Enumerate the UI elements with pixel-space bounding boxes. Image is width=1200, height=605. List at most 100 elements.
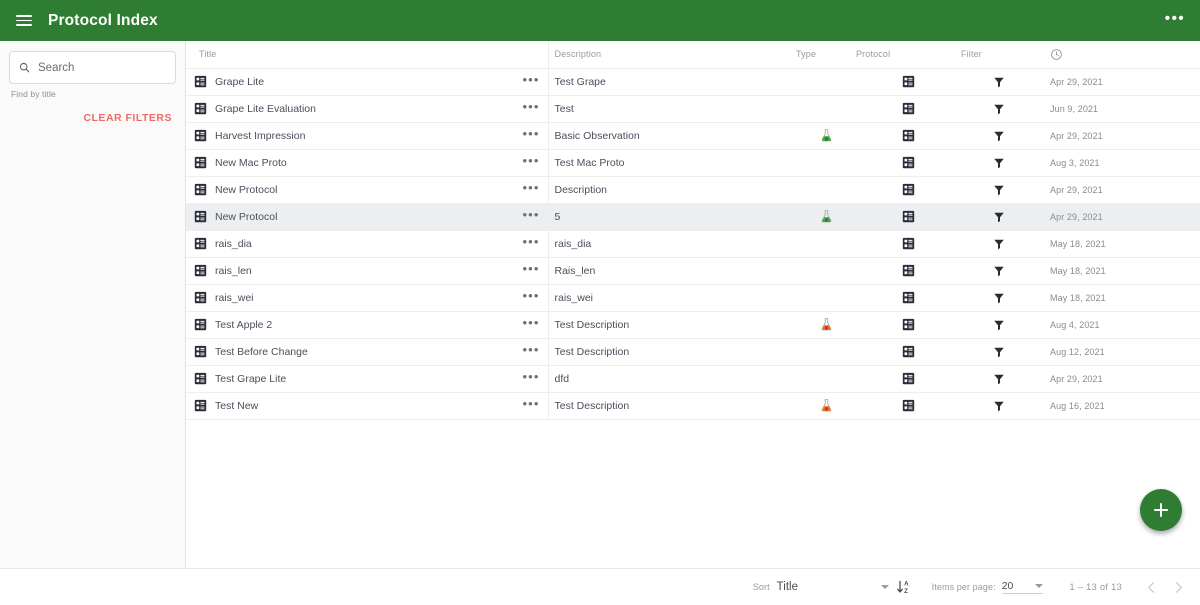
- row-menu-button[interactable]: •••: [523, 100, 540, 114]
- protocol-grid-icon: [902, 291, 915, 304]
- more-vert-icon[interactable]: •••: [1162, 8, 1188, 34]
- table-empty-space: [186, 419, 1200, 568]
- chevron-right-icon[interactable]: [1171, 580, 1186, 595]
- sort-az-descending-icon[interactable]: A Z: [896, 579, 912, 595]
- row-menu-button[interactable]: •••: [523, 370, 540, 384]
- row-date-text: Aug 4, 2021: [1050, 319, 1100, 330]
- cell-filter[interactable]: [961, 95, 1036, 123]
- items-per-page-select[interactable]: 20: [1001, 580, 1044, 594]
- row-date-text: Aug 16, 2021: [1050, 400, 1105, 411]
- row-menu-button[interactable]: •••: [523, 316, 540, 330]
- column-header-description[interactable]: Description: [548, 41, 796, 69]
- funnel-icon: [993, 347, 1004, 357]
- table-row[interactable]: Grape Lite ••• Test Grape Apr 29, 2021: [186, 68, 1200, 96]
- cell-filter[interactable]: [961, 284, 1036, 312]
- cell-filter[interactable]: [961, 68, 1036, 96]
- cell-type: [796, 149, 856, 177]
- cell-description: Test Description: [548, 311, 796, 339]
- title-cell-content: Harvest Impression •••: [194, 127, 548, 142]
- column-header-filter[interactable]: Filter: [961, 41, 1036, 69]
- cell-title[interactable]: rais_len •••: [186, 257, 549, 285]
- svg-text:Z: Z: [904, 588, 908, 595]
- row-menu-button[interactable]: •••: [523, 208, 540, 222]
- row-menu-button[interactable]: •••: [523, 343, 540, 357]
- row-menu-button[interactable]: •••: [523, 397, 540, 411]
- menu-button[interactable]: [10, 7, 38, 35]
- cell-title[interactable]: Grape Lite •••: [186, 68, 549, 96]
- search-field[interactable]: [9, 51, 176, 84]
- cell-protocol[interactable]: [856, 230, 961, 258]
- table-row[interactable]: Grape Lite Evaluation ••• Test Jun 9, 2021: [186, 95, 1200, 123]
- cell-protocol[interactable]: [856, 176, 961, 204]
- cell-protocol[interactable]: [856, 365, 961, 393]
- cell-filter[interactable]: [961, 392, 1036, 420]
- cell-filter[interactable]: [961, 122, 1036, 150]
- cell-title[interactable]: rais_dia •••: [186, 230, 549, 258]
- cell-protocol[interactable]: [856, 95, 961, 123]
- sort-field-select[interactable]: Title: [777, 581, 889, 593]
- cell-title[interactable]: New Mac Proto •••: [186, 149, 549, 177]
- cell-filter[interactable]: [961, 338, 1036, 366]
- cell-protocol[interactable]: [856, 203, 961, 231]
- cell-protocol[interactable]: [856, 311, 961, 339]
- table-row[interactable]: Harvest Impression ••• Basic Observation Ap…: [186, 122, 1200, 150]
- cell-protocol[interactable]: [856, 122, 961, 150]
- cell-filter[interactable]: [961, 176, 1036, 204]
- cell-title[interactable]: New Protocol •••: [186, 176, 549, 204]
- protocol-grid-icon: [902, 156, 915, 169]
- cell-protocol[interactable]: [856, 68, 961, 96]
- cell-protocol[interactable]: [856, 338, 961, 366]
- row-menu-button[interactable]: •••: [523, 181, 540, 195]
- row-menu-button[interactable]: •••: [523, 289, 540, 303]
- cell-filter[interactable]: [961, 203, 1036, 231]
- cell-title[interactable]: Test Before Change •••: [186, 338, 549, 366]
- table-row[interactable]: rais_dia ••• rais_dia May 18, 2021: [186, 230, 1200, 258]
- search-input[interactable]: [38, 61, 167, 74]
- cell-title[interactable]: Grape Lite Evaluation •••: [186, 95, 549, 123]
- table-row[interactable]: New Protocol ••• Description Apr 29, 2021: [186, 176, 1200, 204]
- cell-filter[interactable]: [961, 230, 1036, 258]
- row-menu-button[interactable]: •••: [523, 235, 540, 249]
- table-row[interactable]: Test Apple 2 ••• Test Description Aug 4, 20…: [186, 311, 1200, 339]
- cell-protocol[interactable]: [856, 257, 961, 285]
- filter-sidebar: Find by title CLEAR FILTERS: [0, 41, 186, 568]
- title-cell-content: New Mac Proto •••: [194, 154, 548, 169]
- cell-title[interactable]: Harvest Impression •••: [186, 122, 549, 150]
- add-protocol-fab[interactable]: [1140, 489, 1182, 531]
- row-menu-button[interactable]: •••: [523, 73, 540, 87]
- cell-type: [796, 311, 856, 339]
- column-header-date[interactable]: [1036, 41, 1200, 69]
- table-row[interactable]: Test Grape Lite ••• dfd Apr 29, 2021: [186, 365, 1200, 393]
- cell-title[interactable]: New Protocol •••: [186, 203, 549, 231]
- cell-description: rais_wei: [548, 284, 796, 312]
- table-row[interactable]: Test New ••• Test Description Aug 16, 2021: [186, 392, 1200, 420]
- hamburger-icon: [16, 12, 32, 29]
- cell-title[interactable]: Test Grape Lite •••: [186, 365, 549, 393]
- column-header-type[interactable]: Type: [796, 41, 856, 69]
- column-header-title[interactable]: Title: [186, 41, 549, 69]
- cell-protocol[interactable]: [856, 392, 961, 420]
- row-menu-button[interactable]: •••: [523, 154, 540, 168]
- table-row[interactable]: rais_len ••• Rais_len May 18, 2021: [186, 257, 1200, 285]
- protocol-grid-icon: [194, 345, 207, 358]
- table-row[interactable]: New Protocol ••• 5 Apr 29, 2021: [186, 203, 1200, 231]
- cell-filter[interactable]: [961, 311, 1036, 339]
- chevron-left-icon[interactable]: [1144, 580, 1159, 595]
- table-row[interactable]: Test Before Change ••• Test Description Aug…: [186, 338, 1200, 366]
- row-menu-button[interactable]: •••: [523, 262, 540, 276]
- table-row[interactable]: rais_wei ••• rais_wei May 18, 2021: [186, 284, 1200, 312]
- cell-title[interactable]: rais_wei •••: [186, 284, 549, 312]
- clear-filters-button[interactable]: CLEAR FILTERS: [83, 112, 172, 124]
- cell-filter[interactable]: [961, 365, 1036, 393]
- cell-title[interactable]: Test New •••: [186, 392, 549, 420]
- row-menu-button[interactable]: •••: [523, 127, 540, 141]
- table-row[interactable]: New Mac Proto ••• Test Mac Proto Aug 3, 202…: [186, 149, 1200, 177]
- column-header-protocol[interactable]: Protocol: [856, 41, 961, 69]
- row-title-text: Test Before Change: [215, 345, 308, 358]
- cell-filter[interactable]: [961, 257, 1036, 285]
- cell-protocol[interactable]: [856, 284, 961, 312]
- title-cell-content: Grape Lite Evaluation •••: [194, 100, 548, 115]
- cell-title[interactable]: Test Apple 2 •••: [186, 311, 549, 339]
- cell-protocol[interactable]: [856, 149, 961, 177]
- cell-filter[interactable]: [961, 149, 1036, 177]
